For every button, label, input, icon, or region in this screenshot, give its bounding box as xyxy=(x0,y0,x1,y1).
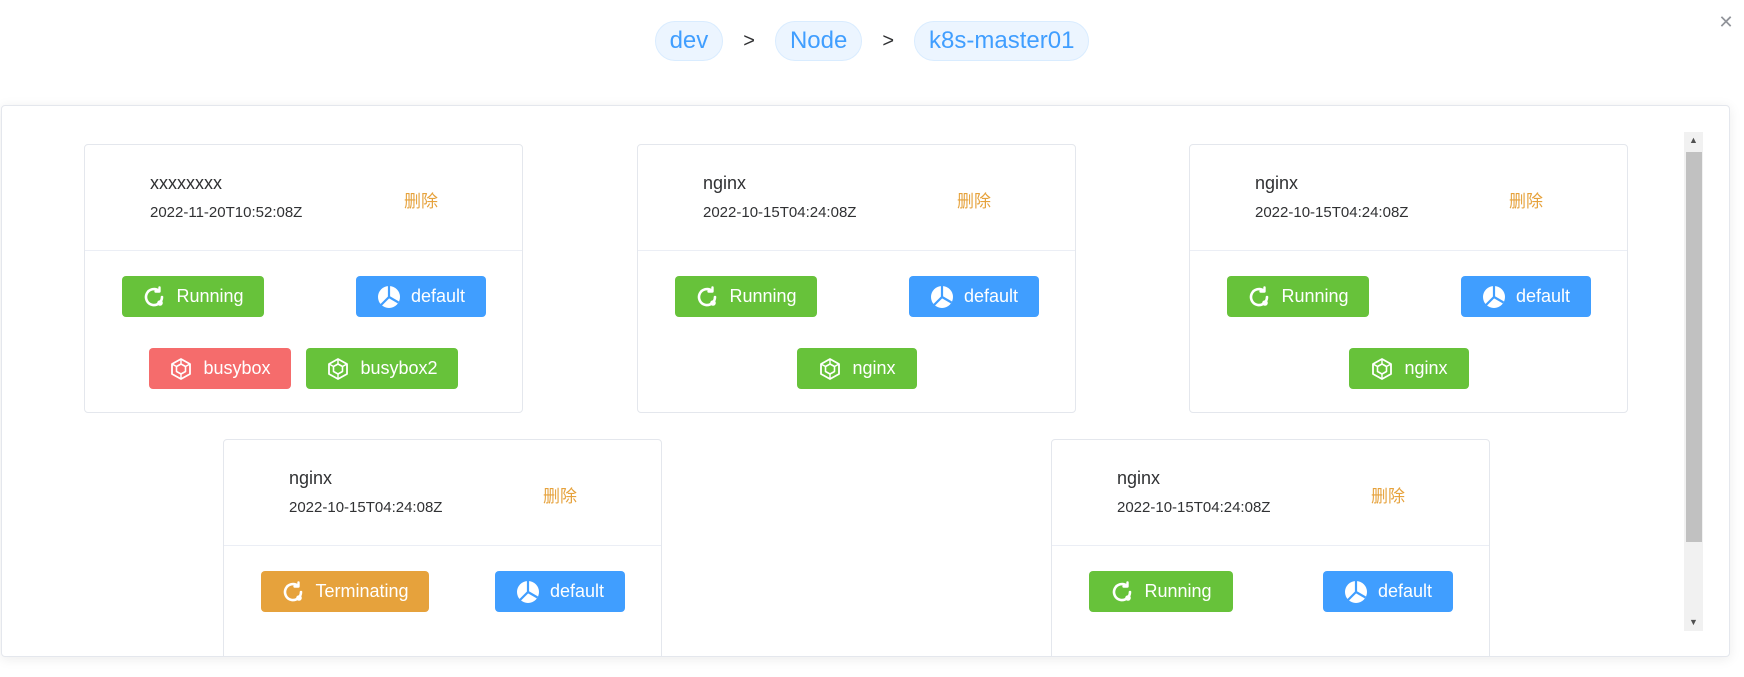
pod-card-header: nginx 2022-10-15T04:24:08Z 删除 xyxy=(224,440,661,546)
pod-card-header: nginx 2022-10-15T04:24:08Z 删除 xyxy=(1052,440,1489,546)
scrollbar-thumb[interactable] xyxy=(1686,152,1702,542)
delete-pod-button[interactable]: 删除 xyxy=(543,482,577,507)
breadcrumb-item-node[interactable]: k8s-master01 xyxy=(914,21,1090,61)
namespace-tag[interactable]: default xyxy=(495,571,625,612)
pod-created-time: 2022-10-15T04:24:08Z xyxy=(289,499,443,516)
status-tag[interactable]: Running xyxy=(122,276,264,317)
pod-card: nginx 2022-10-15T04:24:08Z 删除 Running de… xyxy=(1051,439,1490,656)
pod-card: nginx 2022-10-15T04:24:08Z 删除 Running de… xyxy=(1189,144,1628,413)
pie-chart-icon xyxy=(516,580,540,604)
status-label: Running xyxy=(729,286,797,306)
delete-pod-button[interactable]: 删除 xyxy=(1371,482,1405,507)
pie-chart-icon xyxy=(930,285,954,309)
container-tag[interactable]: nginx xyxy=(797,348,917,389)
cube-icon xyxy=(326,357,350,381)
breadcrumb-separator: > xyxy=(743,29,755,52)
namespace-tag[interactable]: default xyxy=(356,276,486,317)
cube-icon xyxy=(1370,357,1394,381)
pod-name: nginx xyxy=(703,173,747,193)
breadcrumb-item-namespace[interactable]: dev xyxy=(654,21,724,61)
pod-card: xxxxxxxx 2022-11-20T10:52:08Z 删除 Running… xyxy=(84,144,523,413)
namespace-label: default xyxy=(410,286,466,306)
pie-chart-icon xyxy=(377,285,401,309)
scroll-up-icon[interactable]: ▲ xyxy=(1684,132,1703,149)
pod-name: xxxxxxxx xyxy=(150,173,222,193)
breadcrumb-item-resource[interactable]: Node xyxy=(774,21,863,61)
refresh-icon xyxy=(1110,580,1134,604)
container-label: busybox2 xyxy=(360,358,438,378)
container-tag[interactable]: busybox xyxy=(149,348,291,389)
namespace-label: default xyxy=(1515,286,1571,306)
status-tag[interactable]: Running xyxy=(675,276,817,317)
namespace-tag[interactable]: default xyxy=(909,276,1039,317)
pod-list-panel: xxxxxxxx 2022-11-20T10:52:08Z 删除 Running… xyxy=(1,105,1730,657)
pod-created-time: 2022-10-15T04:24:08Z xyxy=(703,204,857,221)
status-label: Running xyxy=(176,286,244,306)
container-tag[interactable]: busybox2 xyxy=(306,348,458,389)
pod-created-time: 2022-10-15T04:24:08Z xyxy=(1255,204,1409,221)
close-icon[interactable]: ✕ xyxy=(1716,12,1736,32)
delete-pod-button[interactable]: 删除 xyxy=(1509,187,1543,212)
pie-chart-icon xyxy=(1344,580,1368,604)
pod-name: nginx xyxy=(289,468,333,488)
pie-chart-icon xyxy=(1482,285,1506,309)
pod-created-time: 2022-11-20T10:52:08Z xyxy=(150,204,303,221)
delete-pod-button[interactable]: 删除 xyxy=(957,187,991,212)
pod-name: nginx xyxy=(1117,468,1161,488)
namespace-tag[interactable]: default xyxy=(1461,276,1591,317)
pod-name: nginx xyxy=(1255,173,1299,193)
breadcrumb: dev > Node > k8s-master01 xyxy=(0,21,1744,61)
pod-card-header: xxxxxxxx 2022-11-20T10:52:08Z 删除 xyxy=(85,145,522,251)
delete-pod-button[interactable]: 删除 xyxy=(404,187,438,212)
namespace-label: default xyxy=(549,581,605,601)
refresh-icon xyxy=(142,285,166,309)
cube-icon xyxy=(818,357,842,381)
refresh-icon xyxy=(1247,285,1271,309)
pod-card: nginx 2022-10-15T04:24:08Z 删除 Terminatin… xyxy=(223,439,662,656)
pod-card-header: nginx 2022-10-15T04:24:08Z 删除 xyxy=(638,145,1075,251)
status-label: Terminating xyxy=(315,581,409,601)
namespace-label: default xyxy=(1377,581,1433,601)
refresh-icon xyxy=(281,580,305,604)
refresh-icon xyxy=(695,285,719,309)
scroll-down-icon[interactable]: ▼ xyxy=(1684,614,1703,631)
container-label: busybox xyxy=(203,358,271,378)
namespace-label: default xyxy=(963,286,1019,306)
pod-card: nginx 2022-10-15T04:24:08Z 删除 Running de… xyxy=(637,144,1076,413)
status-tag[interactable]: Terminating xyxy=(261,571,429,612)
vertical-scrollbar[interactable]: ▲ ▼ xyxy=(1684,132,1703,631)
status-tag[interactable]: Running xyxy=(1089,571,1233,612)
cube-icon xyxy=(169,357,193,381)
container-label: nginx xyxy=(1404,358,1448,378)
pod-created-time: 2022-10-15T04:24:08Z xyxy=(1117,499,1271,516)
container-label: nginx xyxy=(852,358,896,378)
breadcrumb-separator: > xyxy=(882,29,895,52)
status-label: Running xyxy=(1281,286,1349,306)
status-label: Running xyxy=(1144,581,1212,601)
status-tag[interactable]: Running xyxy=(1227,276,1369,317)
pod-card-header: nginx 2022-10-15T04:24:08Z 删除 xyxy=(1190,145,1627,251)
namespace-tag[interactable]: default xyxy=(1323,571,1453,612)
container-tag[interactable]: nginx xyxy=(1349,348,1469,389)
